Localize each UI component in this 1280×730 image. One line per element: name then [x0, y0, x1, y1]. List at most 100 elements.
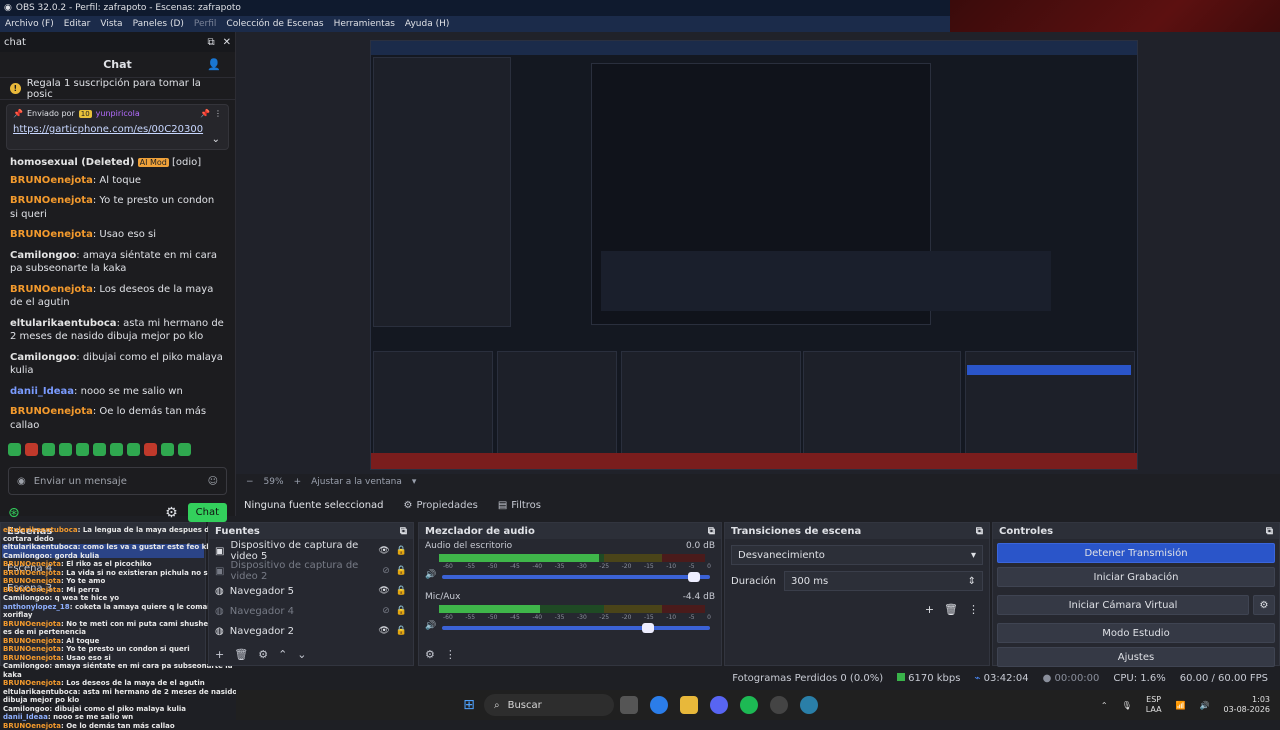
chevron-down-icon[interactable]: ▾ [412, 477, 417, 487]
move-up-icon[interactable]: ⌃ [278, 648, 287, 661]
chat-username[interactable]: BRUNOenejota [10, 175, 93, 186]
volume-knob[interactable] [642, 623, 654, 633]
chat-username[interactable]: eltularikaentuboca [10, 318, 117, 329]
menu-profile[interactable]: Perfil [189, 19, 222, 29]
source-item[interactable]: ◍Navegador 4⊘🔒 [209, 601, 413, 621]
language-indicator[interactable]: ESP LAA [1146, 695, 1162, 715]
stop-streaming-button[interactable]: Detener Transmisión [997, 543, 1275, 563]
eye-icon[interactable]: 👁 [378, 626, 389, 636]
emote-icon[interactable] [25, 443, 38, 456]
menu-view[interactable]: Vista [95, 19, 127, 29]
points-icon[interactable]: ⊛ [8, 505, 20, 521]
trash-icon[interactable]: 🗑 [944, 603, 958, 616]
speaker-icon[interactable]: 🔊 [425, 621, 436, 631]
task-view-icon[interactable] [620, 696, 638, 714]
chat-message-input[interactable]: ◉ Enviar un mensaje ☺ [8, 467, 227, 495]
properties-button[interactable]: ⚙ Propiedades [404, 500, 478, 511]
more-icon[interactable]: ⋮ [968, 603, 979, 616]
user-settings-icon[interactable]: 👤 [207, 58, 221, 71]
lock-icon[interactable]: 🔒 [396, 586, 407, 596]
close-icon[interactable]: ✕ [223, 37, 231, 48]
file-explorer-icon[interactable] [680, 696, 698, 714]
menu-file[interactable]: Archivo (F) [0, 19, 59, 29]
move-down-icon[interactable]: ⌄ [297, 648, 306, 661]
more-icon[interactable]: ⋮ [445, 648, 456, 661]
add-icon[interactable]: + [925, 603, 934, 616]
windows-start-icon[interactable]: ⊞ [460, 696, 478, 714]
microphone-icon[interactable]: 🎙 [1122, 701, 1132, 710]
wifi-icon[interactable]: 📶 [1176, 701, 1186, 710]
discord-icon[interactable] [710, 696, 728, 714]
chat-username[interactable]: BRUNOenejota [10, 229, 93, 240]
chrome-icon[interactable] [650, 696, 668, 714]
eye-hidden-icon[interactable]: ⊘ [382, 606, 390, 616]
emote-icon[interactable] [161, 443, 174, 456]
emote-icon[interactable] [59, 443, 72, 456]
menu-edit[interactable]: Editar [59, 19, 96, 29]
pinned-user[interactable]: yunpiricola [96, 109, 140, 118]
volume-knob[interactable] [688, 572, 700, 582]
menu-scene-collection[interactable]: Colección de Escenas [221, 19, 328, 29]
chat-send-button[interactable]: Chat [188, 503, 227, 522]
studio-mode-button[interactable]: Modo Estudio [997, 623, 1275, 643]
chat-username[interactable]: BRUNOenejota [10, 284, 93, 295]
start-virtual-camera-button[interactable]: Iniciar Cámara Virtual [997, 595, 1249, 615]
chevron-down-icon[interactable]: ⌄ [212, 134, 220, 145]
zoom-out-icon[interactable]: − [246, 477, 254, 487]
trash-icon[interactable]: 🗑 [234, 648, 248, 661]
emote-icon[interactable] [127, 443, 140, 456]
start-recording-button[interactable]: Iniciar Grabación [997, 567, 1275, 587]
gear-icon[interactable]: ⚙ [425, 648, 435, 661]
settings-button[interactable]: Ajustes [997, 647, 1275, 667]
volume-slider[interactable] [442, 575, 710, 579]
taskbar-clock[interactable]: 1:03 03-08-2026 [1224, 695, 1271, 715]
menu-docks[interactable]: Paneles (D) [128, 19, 189, 29]
zoom-in-icon[interactable]: + [294, 477, 302, 487]
emote-icon[interactable] [76, 443, 89, 456]
source-item[interactable]: ◍Navegador 5👁🔒 [209, 581, 413, 601]
chat-username[interactable]: Camilongoo [10, 352, 76, 363]
dock-float-icon[interactable]: ⧉ [708, 526, 715, 537]
emoji-icon[interactable]: ☺ [208, 476, 218, 487]
dock-float-icon[interactable]: ⧉ [976, 526, 983, 537]
emote-icon[interactable] [110, 443, 123, 456]
lock-icon[interactable]: 🔒 [396, 626, 407, 636]
emote-icon[interactable] [144, 443, 157, 456]
more-icon[interactable]: ⋮ [214, 109, 222, 118]
obs-icon[interactable] [770, 696, 788, 714]
gear-icon[interactable]: ⚙ [165, 505, 178, 521]
source-item[interactable]: ▣Dispositivo de captura de video 5👁🔒 [209, 541, 413, 561]
menu-tools[interactable]: Herramientas [329, 19, 400, 29]
chat-username[interactable]: homosexual (Deleted) [10, 157, 134, 168]
lock-icon[interactable]: 🔒 [396, 566, 407, 576]
gift-sub-banner[interactable]: ! Regala 1 suscripción para tomar la pos… [0, 78, 235, 100]
eye-icon[interactable]: 👁 [378, 546, 389, 556]
transition-select[interactable]: Desvanecimiento ▾ [731, 545, 983, 565]
menu-help[interactable]: Ayuda (H) [400, 19, 454, 29]
chat-username[interactable]: danii_Ideaa [10, 386, 74, 397]
chevron-up-icon[interactable]: ⌃ [1101, 701, 1108, 710]
eye-hidden-icon[interactable]: ⊘ [382, 566, 390, 576]
chat-username[interactable]: Camilongoo [10, 250, 76, 261]
virtual-camera-settings-icon[interactable]: ⚙ [1253, 595, 1275, 615]
emote-icon[interactable] [93, 443, 106, 456]
volume-slider[interactable] [442, 626, 710, 630]
dock-float-icon[interactable]: ⧉ [400, 526, 407, 537]
emote-icon[interactable] [178, 443, 191, 456]
dock-float-icon[interactable]: ⧉ [1266, 526, 1273, 537]
source-item[interactable]: ◍Navegador 2👁🔒 [209, 621, 413, 641]
filters-button[interactable]: ▤ Filtros [498, 500, 541, 511]
unpin-icon[interactable]: 📌 [200, 109, 210, 118]
app-icon[interactable] [800, 696, 818, 714]
spotify-icon[interactable] [740, 696, 758, 714]
emote-icon[interactable] [8, 443, 21, 456]
speaker-icon[interactable]: 🔊 [1200, 701, 1210, 710]
lock-icon[interactable]: 🔒 [396, 606, 407, 616]
fit-to-window-select[interactable]: Ajustar a la ventana [311, 477, 402, 487]
source-item[interactable]: ▣Dispositivo de captura de video 2⊘🔒 [209, 561, 413, 581]
add-icon[interactable]: + [215, 648, 224, 661]
chat-username[interactable]: BRUNOenejota [10, 195, 93, 206]
undock-icon[interactable]: ⧉ [207, 37, 214, 48]
chat-username[interactable]: BRUNOenejota [10, 406, 93, 417]
speaker-icon[interactable]: 🔊 [425, 570, 436, 580]
